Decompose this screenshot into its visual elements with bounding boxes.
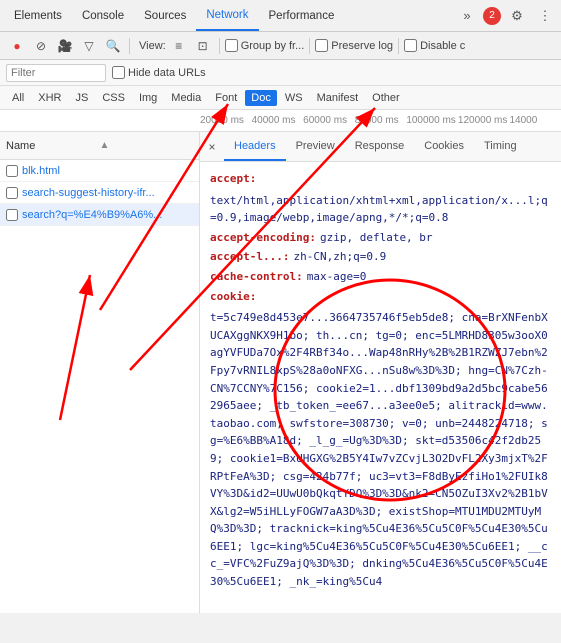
- divider1: [129, 38, 130, 54]
- filter-ws[interactable]: WS: [279, 90, 309, 106]
- main-content: Name ▲ blk.html search-suggest-history-i…: [0, 132, 561, 613]
- record-button[interactable]: ●: [6, 35, 28, 57]
- file-name-search: search?q=%E4%B9%A6%...: [22, 209, 162, 221]
- disable-cache-input[interactable]: [404, 39, 417, 52]
- header-accept: accept: text/html,application/xhtml+xml,…: [210, 170, 551, 227]
- settings-icon[interactable]: ⚙: [505, 4, 529, 28]
- group-by-checkbox[interactable]: Group by fr...: [225, 39, 305, 52]
- disable-cache-label: Disable c: [420, 40, 465, 52]
- header-cache-control: cache-control: max-age=0: [210, 268, 551, 286]
- filter-img[interactable]: Img: [133, 90, 163, 106]
- overflow-icon[interactable]: »: [455, 4, 479, 28]
- group-by-label: Group by fr...: [241, 40, 305, 52]
- header-cache-control-value: max-age=0: [307, 268, 367, 286]
- timeline-header: 20000 ms 40000 ms 60000 ms 80000 ms 1000…: [0, 110, 561, 132]
- file-list-name-col: Name: [6, 140, 100, 152]
- filter-xhr[interactable]: XHR: [32, 90, 67, 106]
- file-list-header: Name ▲: [0, 132, 199, 160]
- preserve-log-input[interactable]: [315, 39, 328, 52]
- file-name-suggest: search-suggest-history-ifr...: [22, 187, 155, 199]
- tab-sources[interactable]: Sources: [134, 0, 196, 31]
- headers-content: accept: text/html,application/xhtml+xml,…: [200, 162, 561, 601]
- file-checkbox-blk[interactable]: [6, 165, 18, 177]
- divider4: [398, 38, 399, 54]
- tab-console[interactable]: Console: [72, 0, 134, 31]
- timeline-20k: 20000 ms: [200, 115, 252, 126]
- detail-close-button[interactable]: ×: [204, 139, 220, 155]
- filter-css[interactable]: CSS: [96, 90, 131, 106]
- hide-data-urls-input[interactable]: [112, 66, 125, 79]
- hide-data-urls-label: Hide data URLs: [128, 67, 206, 79]
- file-item-blk[interactable]: blk.html: [0, 160, 199, 182]
- timeline-labels: 20000 ms 40000 ms 60000 ms 80000 ms 1000…: [200, 115, 561, 126]
- file-checkbox-search[interactable]: [6, 209, 18, 221]
- timeline-80k: 80000 ms: [355, 115, 407, 126]
- disable-cache-checkbox[interactable]: Disable c: [404, 39, 465, 52]
- header-cookie-value: t=5c749e8d453e7...3664735746f5eb5de8; cn…: [210, 309, 551, 591]
- header-accept-language-name: accept-l...:: [210, 248, 289, 266]
- header-cache-control-name: cache-control:: [210, 268, 303, 286]
- timeline-140k: 14000: [509, 115, 561, 126]
- file-item-suggest[interactable]: search-suggest-history-ifr...: [0, 182, 199, 204]
- timeline-120k: 120000 ms: [458, 115, 510, 126]
- header-accept-language-value: zh-CN,zh;q=0.9: [293, 248, 386, 266]
- divider2: [219, 38, 220, 54]
- filter-button[interactable]: ▽: [78, 35, 100, 57]
- detail-tab-response[interactable]: Response: [345, 132, 415, 161]
- filter-doc[interactable]: Doc: [245, 90, 277, 106]
- detail-tab-preview[interactable]: Preview: [286, 132, 345, 161]
- detail-view-button[interactable]: ⊡: [192, 35, 214, 57]
- filter-bar: Hide data URLs: [0, 60, 561, 86]
- top-tab-icons: » 2 ⚙ ⋮: [455, 4, 557, 28]
- file-name-blk: blk.html: [22, 165, 60, 177]
- timeline-60k: 60000 ms: [303, 115, 355, 126]
- header-cookie: cookie: t=5c749e8d453e7...3664735746f5eb…: [210, 288, 551, 591]
- header-accept-encoding-value: gzip, deflate, br: [320, 229, 433, 247]
- header-accept-encoding-name: accept-encoding:: [210, 229, 316, 247]
- header-accept-value: text/html,application/xhtml+xml,applicat…: [210, 192, 551, 227]
- top-tab-bar: Elements Console Sources Network Perform…: [0, 0, 561, 32]
- file-list-panel: Name ▲ blk.html search-suggest-history-i…: [0, 132, 200, 613]
- filter-js[interactable]: JS: [69, 90, 94, 106]
- timeline-100k: 100000 ms: [406, 115, 458, 126]
- header-cookie-name: cookie:: [210, 288, 256, 306]
- timeline-40k: 40000 ms: [252, 115, 304, 126]
- filter-all[interactable]: All: [6, 90, 30, 106]
- list-view-button[interactable]: ≡: [168, 35, 190, 57]
- search-button[interactable]: 🔍: [102, 35, 124, 57]
- preserve-log-label: Preserve log: [331, 40, 393, 52]
- divider3: [309, 38, 310, 54]
- header-accept-encoding: accept-encoding: gzip, deflate, br: [210, 229, 551, 247]
- filter-type-bar: All XHR JS CSS Img Media Font Doc WS Man…: [0, 86, 561, 110]
- filter-input[interactable]: [6, 64, 106, 82]
- filter-media[interactable]: Media: [165, 90, 207, 106]
- group-by-input[interactable]: [225, 39, 238, 52]
- file-checkbox-suggest[interactable]: [6, 187, 18, 199]
- tab-performance[interactable]: Performance: [259, 0, 345, 31]
- detail-tab-timing[interactable]: Timing: [474, 132, 527, 161]
- header-accept-language: accept-l...: zh-CN,zh;q=0.9: [210, 248, 551, 266]
- network-toolbar: ● ⊘ 🎥 ▽ 🔍 View: ≡ ⊡ Group by fr... Prese…: [0, 32, 561, 60]
- error-badge: 2: [483, 7, 501, 25]
- file-list-sort[interactable]: ▲: [100, 140, 194, 151]
- header-accept-name: accept:: [210, 170, 256, 188]
- preserve-log-checkbox[interactable]: Preserve log: [315, 39, 393, 52]
- stop-button[interactable]: ⊘: [30, 35, 52, 57]
- detail-tab-cookies[interactable]: Cookies: [414, 132, 474, 161]
- tab-network[interactable]: Network: [196, 0, 258, 31]
- more-icon[interactable]: ⋮: [533, 4, 557, 28]
- hide-data-urls-checkbox[interactable]: Hide data URLs: [112, 66, 206, 79]
- detail-panel: × Headers Preview Response Cookies Timin…: [200, 132, 561, 613]
- tab-elements[interactable]: Elements: [4, 0, 72, 31]
- camera-button[interactable]: 🎥: [54, 35, 76, 57]
- filter-manifest[interactable]: Manifest: [311, 90, 365, 106]
- detail-tabs: × Headers Preview Response Cookies Timin…: [200, 132, 561, 162]
- file-item-search[interactable]: search?q=%E4%B9%A6%...: [0, 204, 199, 226]
- filter-font[interactable]: Font: [209, 90, 243, 106]
- detail-tab-headers[interactable]: Headers: [224, 132, 286, 161]
- filter-other[interactable]: Other: [366, 90, 406, 106]
- view-label: View:: [139, 40, 166, 52]
